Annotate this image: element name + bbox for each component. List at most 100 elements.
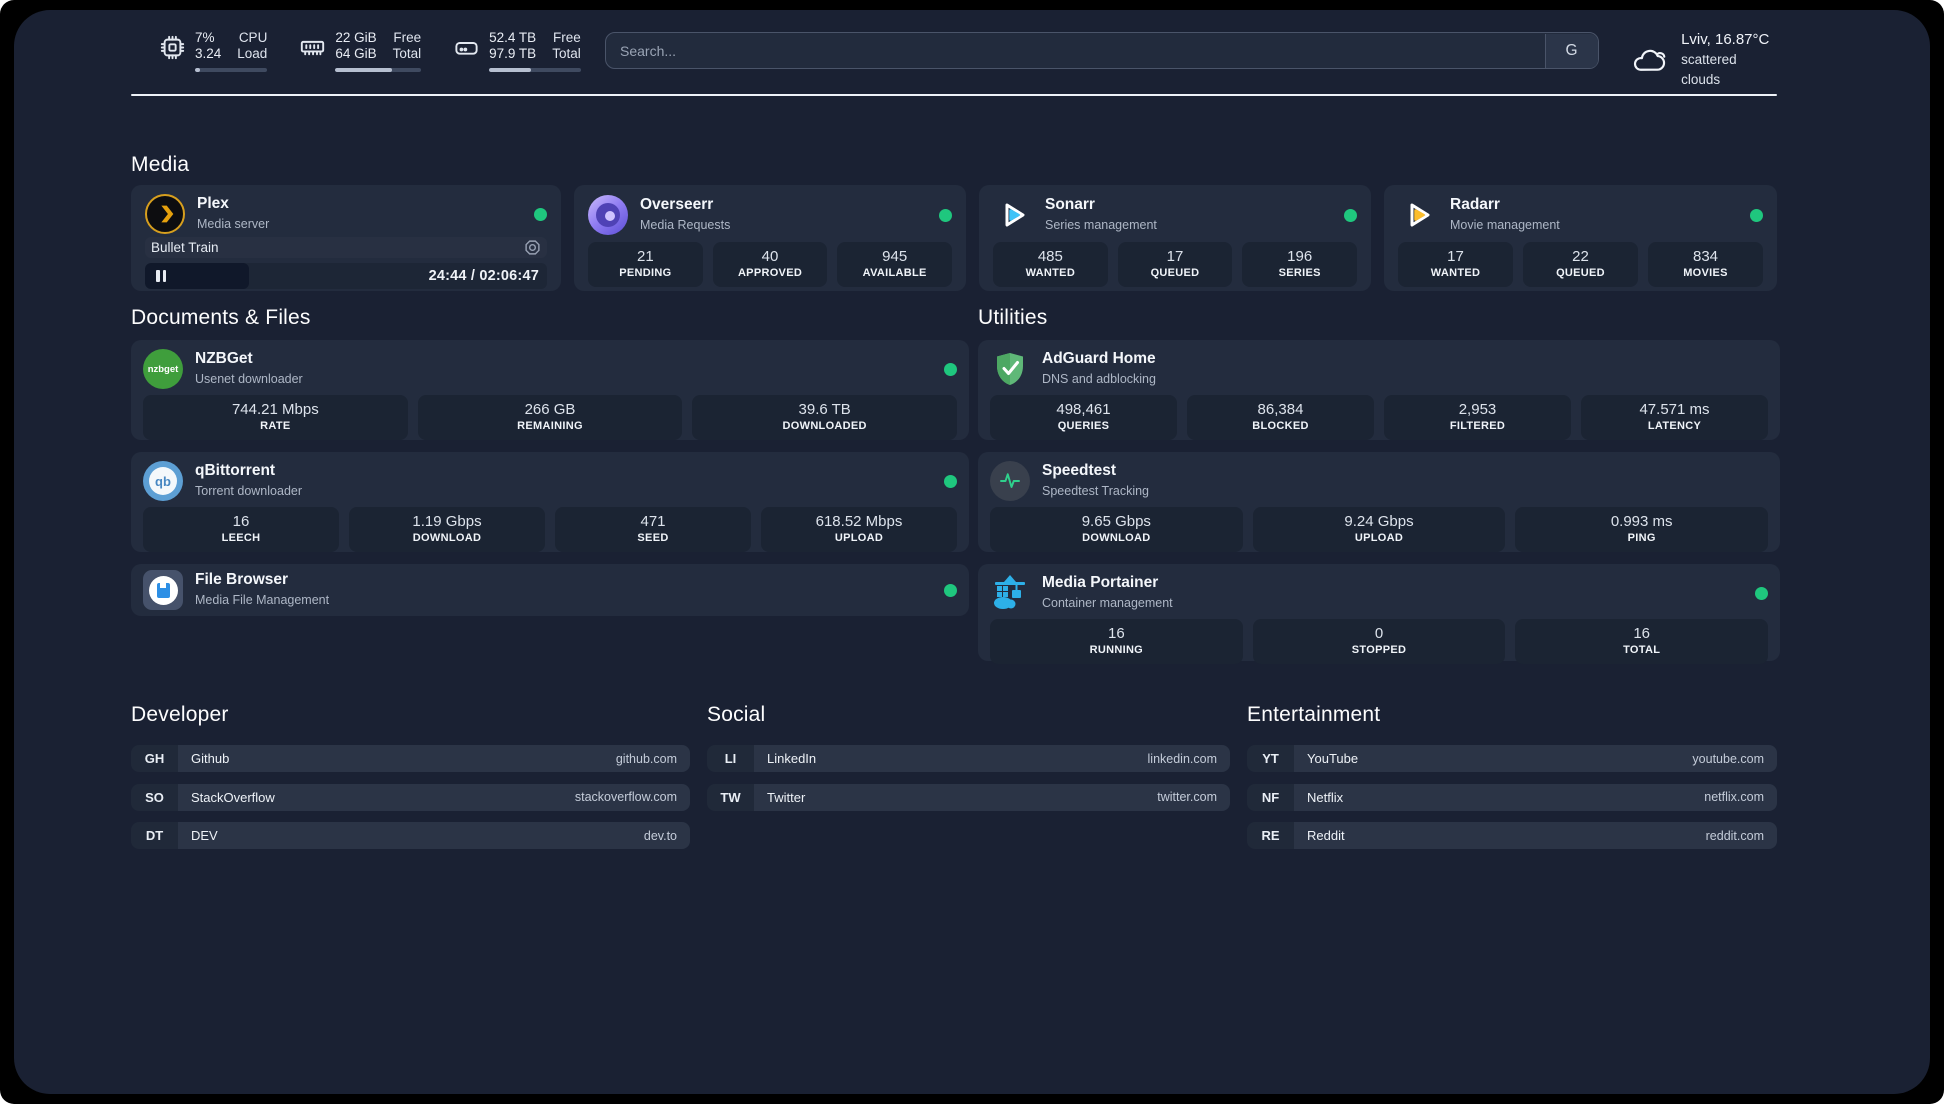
disk-free-label: Free xyxy=(552,30,581,45)
adguard-title: AdGuard Home xyxy=(1042,350,1156,367)
link-name: DEV xyxy=(191,828,218,843)
ram-total-label: Total xyxy=(392,46,422,61)
search-input[interactable] xyxy=(605,32,1599,69)
search-engine-button[interactable]: G xyxy=(1544,33,1598,68)
stat-tile: 39.6 TB DOWNLOADED xyxy=(692,395,958,440)
link-dev[interactable]: DT DEV dev.to xyxy=(131,822,690,849)
top-bar: 7% 3.24 CPU Load 22 GiB 64 GiB Free Tota… xyxy=(131,28,1777,87)
stat-tile: 17 QUEUED xyxy=(1117,242,1233,287)
developer-section: Developer GH Github github.com SO StackOv… xyxy=(131,703,690,861)
nzbget-card[interactable]: nzbget NZBGet Usenet downloader 744.21 M… xyxy=(131,340,969,440)
disk-free-value: 52.4 TB xyxy=(489,30,537,45)
ram-total-value: 64 GiB xyxy=(335,46,377,61)
link-url: netflix.com xyxy=(1704,790,1764,804)
nzbget-title: NZBGet xyxy=(195,350,253,367)
speedtest-card[interactable]: Speedtest Speedtest Tracking 9.65 Gbps DO… xyxy=(978,452,1780,552)
disk-total-value: 97.9 TB xyxy=(489,46,537,61)
section-title-developer: Developer xyxy=(131,703,229,726)
plex-now-playing-row: Bullet Train xyxy=(145,237,547,258)
plex-title: Plex xyxy=(197,195,229,212)
radarr-status-dot xyxy=(1750,208,1763,222)
ram-free-value: 22 GiB xyxy=(335,30,377,45)
link-url: youtube.com xyxy=(1692,751,1764,766)
link-twitter[interactable]: TW Twitter twitter.com xyxy=(707,783,1230,811)
cpu-usage-value: 7% xyxy=(195,30,215,45)
stat-tile: 471 SEED xyxy=(555,507,751,552)
filebrowser-card[interactable]: File Browser Media File Management xyxy=(131,564,969,616)
adguard-card[interactable]: AdGuard Home DNS and adblocking 498,461 Q… xyxy=(978,340,1780,440)
overseerr-icon xyxy=(588,195,628,235)
plex-subtitle: Media server xyxy=(197,217,270,231)
ram-metric: 22 GiB 64 GiB Free Total xyxy=(299,30,422,72)
qbittorrent-card[interactable]: qb qBittorrent Torrent downloader 16 LEEC… xyxy=(131,452,969,552)
stat-tile: 9.65 Gbps DOWNLOAD xyxy=(990,507,1243,552)
ram-icon xyxy=(301,40,325,56)
filebrowser-icon xyxy=(143,570,183,610)
link-youtube[interactable]: YT YouTube youtube.com xyxy=(1247,745,1777,772)
stat-tile: 0.993 ms PING xyxy=(1515,507,1769,552)
cpu-icon xyxy=(160,35,185,60)
cpu-progress-track xyxy=(195,67,268,72)
stat-tile: 498,461 QUERIES xyxy=(990,395,1177,440)
sonarr-icon xyxy=(993,195,1033,235)
link-url: stackoverflow.com xyxy=(574,790,677,804)
speedtest-title: Speedtest xyxy=(1042,462,1117,479)
movie-type-icon xyxy=(524,239,541,256)
radarr-subtitle: Movie management xyxy=(1450,218,1560,232)
link-linkedin[interactable]: LI LinkedIn linkedin.com xyxy=(707,745,1230,772)
pause-button[interactable] xyxy=(145,263,249,289)
link-github[interactable]: GH Github github.com xyxy=(131,745,690,772)
utilities-column: AdGuard Home DNS and adblocking 498,461 Q… xyxy=(978,340,1780,664)
documents-column: nzbget NZBGet Usenet downloader 744.21 M… xyxy=(131,340,969,616)
radarr-title: Radarr xyxy=(1450,196,1500,213)
link-tag: SO xyxy=(131,783,178,811)
entertainment-section: Entertainment YT YouTube youtube.com NF N… xyxy=(1247,703,1777,861)
link-netflix[interactable]: NF Netflix netflix.com xyxy=(1247,783,1777,811)
plex-card[interactable]: Plex Media server Bullet Train 24:44 / 0… xyxy=(131,185,561,291)
stat-tile: 744.21 Mbps RATE xyxy=(143,395,408,440)
portainer-card[interactable]: Media Portainer Container management 16 R… xyxy=(978,564,1780,664)
cpu-load-label: Load xyxy=(237,46,268,61)
stat-tile: 196 SERIES xyxy=(1242,242,1358,287)
section-title-media: Media xyxy=(131,153,190,176)
link-url: linkedin.com xyxy=(1147,751,1217,766)
cpu-load-value: 3.24 xyxy=(195,46,222,61)
weather-location: Lviv, 16.87°C xyxy=(1681,31,1770,48)
portainer-icon xyxy=(990,573,1030,613)
stat-tile: 40 APPROVED xyxy=(712,242,828,287)
link-tag: GH xyxy=(131,745,178,772)
overseerr-card[interactable]: Overseerr Media Requests 21 PENDING 40 APP… xyxy=(574,185,966,291)
stat-tile: 21 PENDING xyxy=(588,242,703,287)
link-name: YouTube xyxy=(1307,751,1359,766)
plex-now-playing-title: Bullet Train xyxy=(151,240,219,255)
stat-tile: 16 LEECH xyxy=(143,507,339,552)
section-title-utilities: Utilities xyxy=(978,306,1048,329)
plex-player-bar: 24:44 / 02:06:47 xyxy=(145,263,547,289)
radarr-card[interactable]: Radarr Movie management 17 WANTED 22 QUEUE… xyxy=(1384,185,1777,291)
link-url: github.com xyxy=(615,751,677,766)
link-tag: RE xyxy=(1247,822,1294,849)
link-tag: NF xyxy=(1247,783,1294,811)
link-url: twitter.com xyxy=(1157,790,1217,804)
nzbget-icon: nzbget xyxy=(143,349,183,389)
link-name: Github xyxy=(191,751,230,766)
search-bar: G xyxy=(605,32,1599,69)
stat-tile: 16 TOTAL xyxy=(1515,619,1769,664)
window-frame: 7% 3.24 CPU Load 22 GiB 64 GiB Free Tota… xyxy=(0,0,1944,1104)
stat-tile: 16 RUNNING xyxy=(990,619,1243,664)
link-reddit[interactable]: RE Reddit reddit.com xyxy=(1247,822,1777,849)
stat-tile: 47.571 ms LATENCY xyxy=(1581,395,1768,440)
ram-free-label: Free xyxy=(393,30,422,45)
stat-tile: 0 STOPPED xyxy=(1252,619,1506,664)
disk-total-label: Total xyxy=(552,46,581,61)
link-stackoverflow[interactable]: SO StackOverflow stackoverflow.com xyxy=(131,783,690,811)
filebrowser-status-dot xyxy=(944,583,957,597)
portainer-subtitle: Container management xyxy=(1042,596,1173,610)
qbittorrent-title: qBittorrent xyxy=(195,462,276,479)
link-name: LinkedIn xyxy=(767,751,817,766)
stat-tile: 834 MOVIES xyxy=(1648,242,1763,287)
qbittorrent-status-dot xyxy=(944,474,957,488)
stat-tile: 9.24 Gbps UPLOAD xyxy=(1252,507,1506,552)
sonarr-card[interactable]: Sonarr Series management 485 WANTED 17 QUE… xyxy=(979,185,1371,291)
filebrowser-title: File Browser xyxy=(195,571,289,588)
